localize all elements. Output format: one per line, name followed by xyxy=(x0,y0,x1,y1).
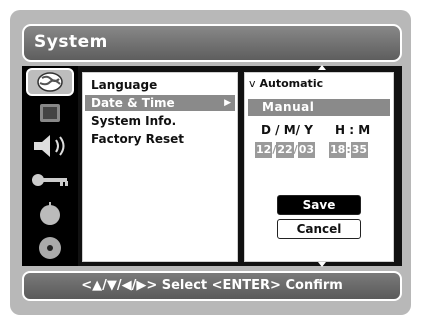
date-format-label: D / M/ Y xyxy=(261,123,313,137)
chevron-right-icon: ▶ xyxy=(224,98,231,108)
date-value: 12/22/03 xyxy=(255,142,315,158)
time-value: 18:35 xyxy=(329,142,369,158)
time-format-label: H : M xyxy=(335,123,371,137)
menu-item-date-time[interactable]: Date & Time ▶ xyxy=(85,95,235,111)
menu-item-language[interactable]: Language xyxy=(91,77,157,93)
speaker-icon[interactable] xyxy=(26,132,74,160)
menu-item-system-info[interactable]: System Info. xyxy=(91,113,176,129)
save-button[interactable]: Save xyxy=(277,195,361,215)
day-field[interactable]: 12 xyxy=(255,142,273,158)
icon-column xyxy=(22,66,78,266)
year-field[interactable]: 03 xyxy=(297,142,315,158)
settings-menu: Language Date & Time ▶ System Info. Fact… xyxy=(82,72,238,262)
disc-icon[interactable] xyxy=(26,234,74,262)
minute-field[interactable]: 35 xyxy=(350,142,369,158)
check-icon: v xyxy=(249,77,256,90)
navigation-hint: <▲/▼/◀/▶> Select <ENTER> Confirm xyxy=(22,271,402,301)
automatic-option[interactable]: v Automatic xyxy=(249,77,323,90)
monitor-icon[interactable] xyxy=(26,100,74,128)
palette-icon[interactable] xyxy=(26,200,74,228)
key-icon[interactable] xyxy=(26,166,74,194)
menu-body: Language Date & Time ▶ System Info. Fact… xyxy=(22,65,402,267)
manual-option[interactable]: Manual xyxy=(248,99,390,116)
scroll-up-icon[interactable] xyxy=(318,65,326,70)
title-bar: System xyxy=(22,24,402,62)
globe-icon[interactable] xyxy=(26,68,74,96)
menu-item-factory-reset[interactable]: Factory Reset xyxy=(91,131,184,147)
window-title: System xyxy=(34,32,108,52)
cancel-button[interactable]: Cancel xyxy=(277,219,361,239)
date-time-panel: v Automatic Manual D / M/ Y H : M 12/22/0… xyxy=(244,72,394,262)
hour-field[interactable]: 18 xyxy=(329,142,347,158)
scroll-down-icon[interactable] xyxy=(318,262,326,267)
month-field[interactable]: 22 xyxy=(276,142,294,158)
